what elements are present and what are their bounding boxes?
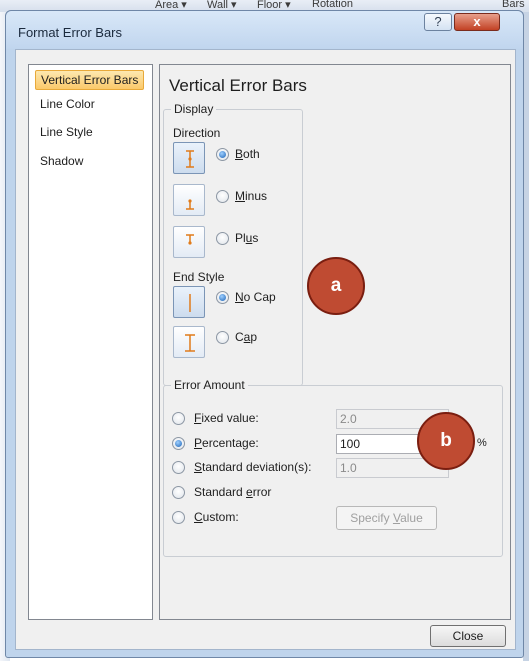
panel-title: Vertical Error Bars [169, 76, 307, 95]
plus-radio[interactable] [216, 232, 229, 245]
no-cap-radio-label[interactable]: No Cap [235, 290, 276, 304]
annotation-b-badge: b [417, 412, 475, 470]
display-group-label: Display [171, 102, 217, 116]
specify-value-button[interactable]: Specify Value [336, 506, 437, 530]
error-amount-group: Error Amount Fixed value: 2.0 Percentage… [163, 378, 503, 557]
ribbon-rotation-item: Rotation [312, 0, 353, 10]
percentage-radio[interactable] [172, 437, 185, 450]
help-button[interactable]: ? [424, 13, 452, 31]
nav-item-shadow[interactable]: Shadow [35, 151, 144, 171]
standard-deviation-label[interactable]: Standard deviation(s): [194, 460, 311, 474]
fixed-value-label[interactable]: Fixed value: [194, 411, 259, 425]
title-bar: Format Error Bars ? x [6, 11, 523, 49]
plus-direction-icon[interactable] [173, 226, 205, 258]
format-error-bars-dialog: Format Error Bars ? x Vertical Error Bar… [5, 10, 524, 658]
cap-radio-label[interactable]: Cap [235, 330, 257, 344]
display-group: Display Direction Both Minus Plus End St… [163, 102, 303, 386]
cap-radio[interactable] [216, 331, 229, 344]
end-style-label: End Style [173, 270, 225, 284]
ribbon-bars-item: Bars [502, 0, 525, 10]
close-window-button[interactable]: x [454, 13, 500, 31]
category-list: Vertical Error Bars Line Color Line Styl… [28, 64, 153, 620]
settings-panel: Vertical Error Bars Display Direction Bo… [159, 64, 511, 620]
percentage-label[interactable]: Percentage: [194, 436, 259, 450]
minus-radio-label[interactable]: Minus [235, 189, 267, 203]
annotation-a-badge: a [307, 257, 365, 315]
nav-item-line-style[interactable]: Line Style [35, 122, 144, 142]
cap-icon[interactable] [173, 326, 205, 358]
standard-deviation-radio[interactable] [172, 461, 185, 474]
custom-label[interactable]: Custom: [194, 510, 239, 524]
both-direction-icon[interactable] [173, 142, 205, 174]
nav-item-vertical-error-bars[interactable]: Vertical Error Bars [35, 70, 144, 90]
dialog-title: Format Error Bars [18, 25, 123, 40]
percent-symbol: % [477, 437, 487, 449]
fixed-value-radio[interactable] [172, 412, 185, 425]
dialog-client: Vertical Error Bars Line Color Line Styl… [15, 49, 516, 650]
error-amount-group-label: Error Amount [171, 378, 248, 392]
direction-label: Direction [173, 126, 221, 140]
no-cap-icon[interactable] [173, 286, 205, 318]
nav-item-line-color[interactable]: Line Color [35, 94, 144, 114]
close-button[interactable]: Close [430, 625, 506, 647]
minus-direction-icon[interactable] [173, 184, 205, 216]
minus-radio[interactable] [216, 190, 229, 203]
custom-radio[interactable] [172, 511, 185, 524]
no-cap-radio[interactable] [216, 291, 229, 304]
both-radio[interactable] [216, 148, 229, 161]
plus-radio-label[interactable]: Plus [235, 231, 258, 245]
standard-error-radio[interactable] [172, 486, 185, 499]
both-radio-label[interactable]: Both [235, 147, 260, 161]
standard-error-label[interactable]: Standard error [194, 485, 271, 499]
